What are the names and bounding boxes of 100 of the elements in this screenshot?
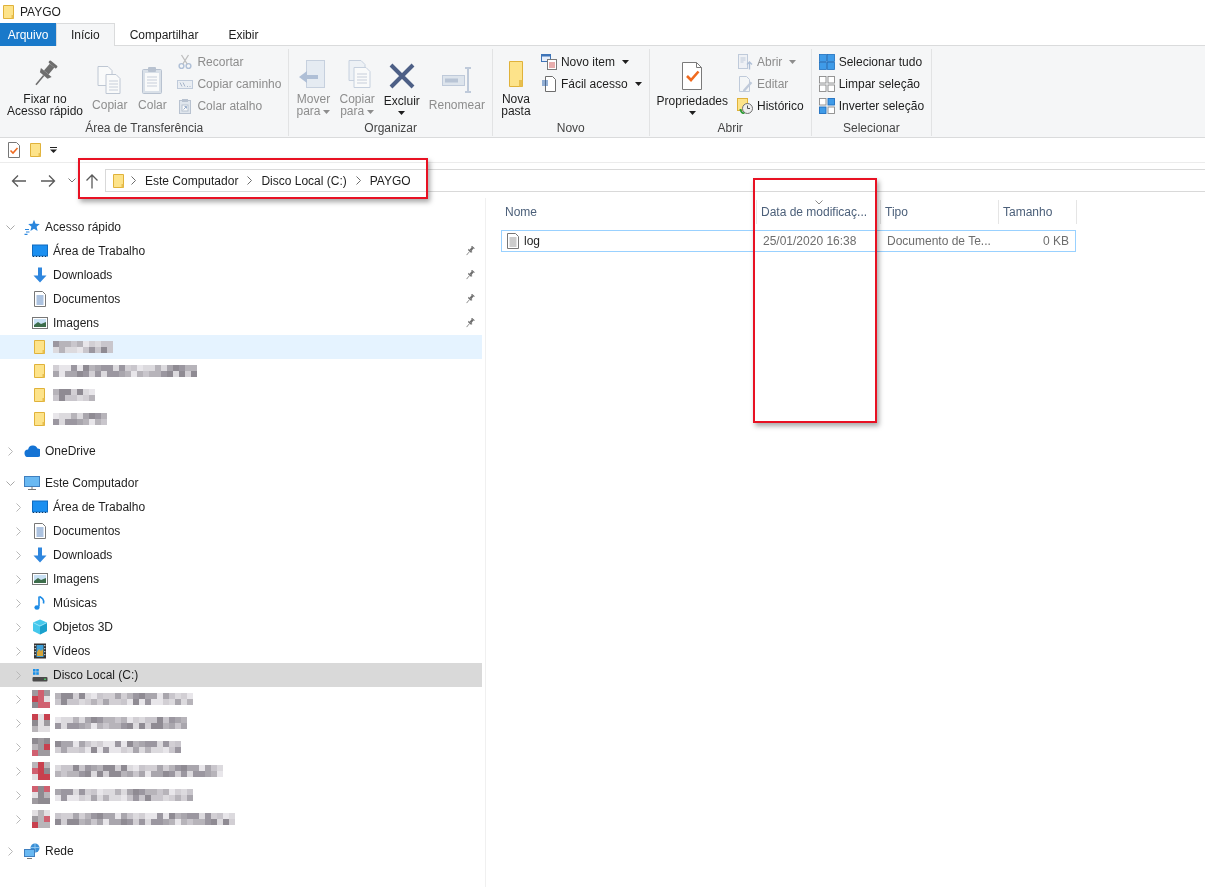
- column-header[interactable]: Nome: [501, 200, 757, 224]
- cloud-icon: [24, 443, 40, 459]
- column-header[interactable]: Tipo: [881, 200, 999, 224]
- new-folder-button[interactable]: Nova pasta: [496, 51, 535, 120]
- chevron-down-icon[interactable]: [5, 480, 15, 486]
- tree-item-label[interactable]: Área de Trabalho: [53, 500, 146, 514]
- group-label: Novo: [555, 120, 586, 136]
- clipboard-icon: [177, 98, 194, 114]
- chevron-right-icon[interactable]: [131, 176, 136, 185]
- tree-item-label[interactable]: Este Computador: [45, 476, 139, 490]
- caret-icon: [398, 111, 406, 115]
- empty-grid-icon: [818, 76, 835, 92]
- up-icon[interactable]: [85, 172, 99, 189]
- text-field-icon: [440, 64, 473, 96]
- desktop-icon: [32, 499, 48, 515]
- breadcrumb[interactable]: Este Computador: [140, 170, 244, 191]
- film-icon: [32, 643, 48, 659]
- pencil-page-icon: [737, 76, 753, 92]
- pixelated-icon: [32, 762, 50, 780]
- pushpin-icon[interactable]: [464, 293, 476, 305]
- new-item-button[interactable]: Novo item: [537, 51, 645, 73]
- clock-folder-icon: [737, 98, 753, 114]
- document-icon: [32, 523, 48, 539]
- caret-icon: [634, 82, 642, 86]
- pushpin-icon[interactable]: [464, 245, 476, 257]
- down-arrow-icon: [32, 267, 48, 283]
- caret-icon: [323, 109, 331, 114]
- select-all-button[interactable]: Selecionar tudo: [815, 51, 928, 73]
- back-icon[interactable]: [11, 173, 27, 188]
- pixelated-icon: [32, 810, 50, 828]
- chevron-right-icon[interactable]: [355, 176, 361, 185]
- down-arrow-icon: [32, 547, 48, 563]
- ribbon-tab[interactable]: Compartilhar: [114, 23, 214, 46]
- pixelated-icon: [32, 690, 50, 708]
- pixelated-icon: [32, 786, 50, 804]
- group-label: Abrir: [716, 120, 744, 136]
- tree-item-label[interactable]: Imagens: [53, 572, 100, 586]
- picture-icon: [32, 571, 48, 587]
- mixed-grid-icon: [818, 98, 835, 114]
- file-row[interactable]: log 25/01/2020 16:38 Documento de Te... 0 KB: [501, 230, 1076, 252]
- pixelated-icon: [32, 738, 50, 756]
- grid-icon: [818, 54, 835, 70]
- tree-item-label[interactable]: Músicas: [53, 596, 97, 610]
- folder-icon: [32, 387, 48, 403]
- group-label: Área de Transferência: [84, 120, 205, 136]
- chevron-right-icon[interactable]: [247, 176, 253, 185]
- folder-icon: [32, 339, 48, 355]
- forward-icon[interactable]: [40, 173, 56, 188]
- pixelated-label: [53, 341, 113, 353]
- select-none-button[interactable]: Limpar seleção: [815, 73, 928, 95]
- checkmark-page-icon[interactable]: [6, 142, 22, 158]
- tree-item-label[interactable]: Objetos 3D: [53, 620, 114, 634]
- page-arrow-icon: [737, 54, 753, 70]
- star-icon: [24, 219, 40, 235]
- tree-item-label[interactable]: Imagens: [53, 316, 100, 330]
- text-file-icon: [506, 233, 520, 249]
- caret-icon: [688, 111, 696, 115]
- file-tab[interactable]: Arquivo: [0, 23, 56, 46]
- breadcrumb[interactable]: PAYGO: [364, 170, 416, 191]
- pixelated-icon: [32, 714, 50, 732]
- pushpin-icon[interactable]: [464, 317, 476, 329]
- table-cell: log: [524, 234, 540, 248]
- chevron-down-icon[interactable]: [5, 224, 15, 230]
- monitor-icon: [24, 475, 40, 491]
- page-lines-icon: [540, 76, 557, 92]
- invert-selection-button[interactable]: Inverter seleção: [815, 95, 928, 117]
- group-label: Organizar: [363, 120, 418, 136]
- delete-button[interactable]: Excluir: [380, 51, 423, 120]
- window-title: PAYGO: [20, 4, 61, 19]
- history-button[interactable]: Histórico: [734, 95, 807, 117]
- column-header[interactable]: Tamanho: [999, 200, 1077, 224]
- easy-access-button[interactable]: Fácil acesso: [537, 73, 645, 95]
- tree-item-label[interactable]: Disco Local (C:): [53, 668, 139, 682]
- ribbon-tab[interactable]: Exibir: [213, 23, 274, 46]
- tree-item-label[interactable]: Vídeos: [53, 644, 91, 658]
- folder-icon: [111, 172, 127, 189]
- folder-icon: [32, 411, 48, 427]
- tree-item-label[interactable]: Rede: [45, 844, 74, 858]
- column-header[interactable]: Data de modificaç...: [757, 200, 881, 224]
- breadcrumb[interactable]: Disco Local (C:): [256, 170, 352, 191]
- folder-icon[interactable]: [28, 142, 44, 158]
- properties-button[interactable]: Propriedades: [653, 51, 731, 120]
- ribbon-tab[interactable]: Início: [56, 23, 115, 46]
- table-cell: Documento de Te...: [887, 234, 991, 248]
- tree-item-label[interactable]: OneDrive: [45, 444, 96, 458]
- tree-item-label[interactable]: Documentos: [53, 524, 121, 538]
- address-field[interactable]: Este Computador Disco Local (C:) PAYGO: [105, 169, 1205, 192]
- caret-icon: [621, 60, 629, 64]
- caret-icon[interactable]: [50, 147, 57, 153]
- pushpin-icon[interactable]: [464, 269, 476, 281]
- tree-item-label[interactable]: Downloads: [53, 548, 113, 562]
- tree-item-label[interactable]: Acesso rápido: [45, 220, 122, 234]
- windows-page-icon: [540, 54, 557, 70]
- cube-icon: [32, 619, 48, 635]
- caret-icon: [789, 60, 797, 64]
- tree-item-label[interactable]: Documentos: [53, 292, 121, 306]
- tree-item-label[interactable]: Downloads: [53, 268, 113, 282]
- pin-button[interactable]: Fixar no Acesso rápido: [4, 51, 87, 120]
- chevron-down-icon[interactable]: [68, 178, 76, 183]
- tree-item-label[interactable]: Área de Trabalho: [53, 244, 146, 258]
